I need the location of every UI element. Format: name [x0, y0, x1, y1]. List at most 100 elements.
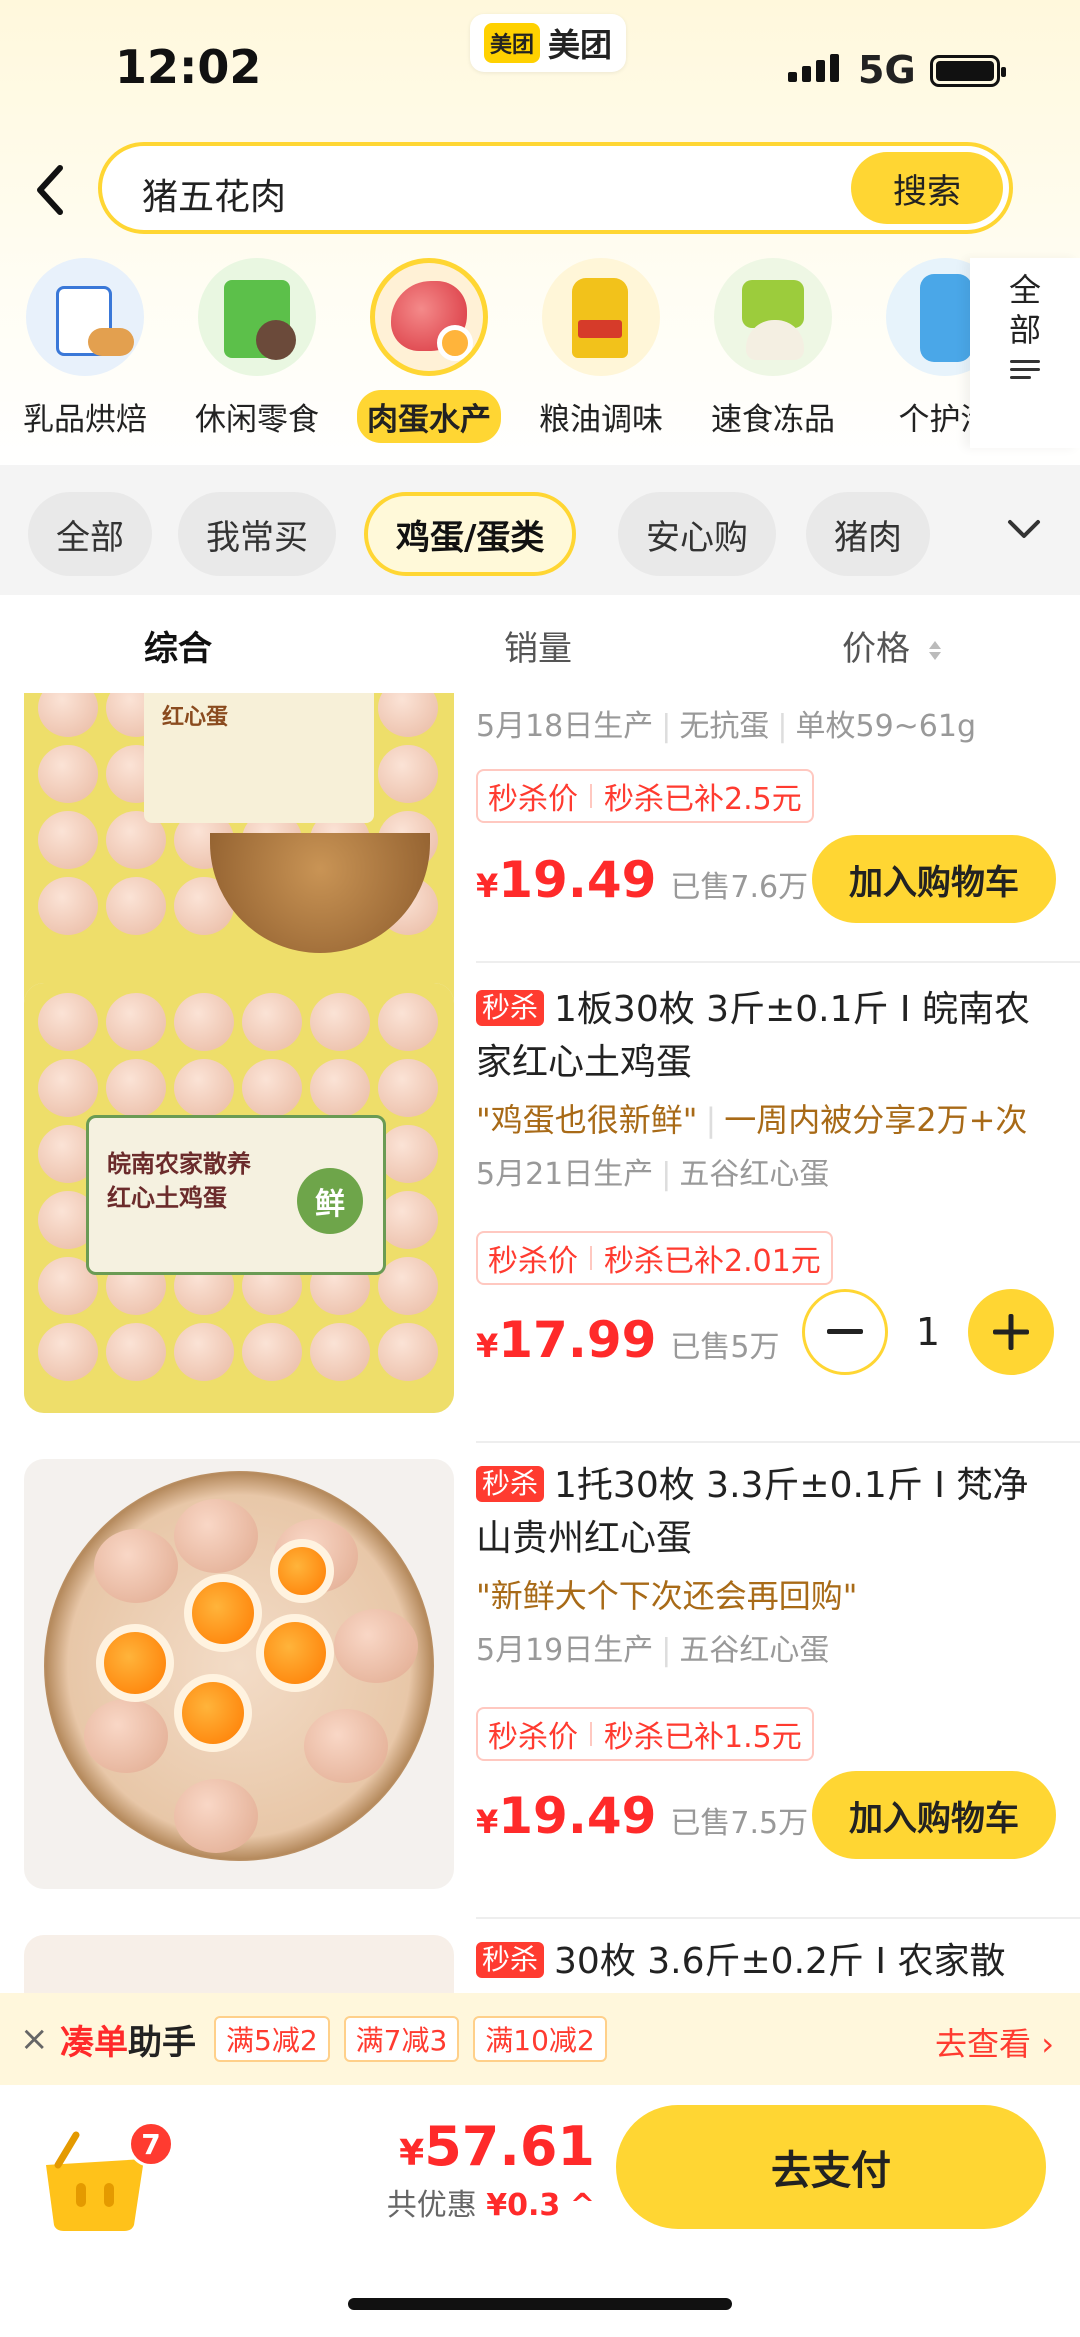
- product-image: 红心蛋: [24, 693, 454, 1033]
- all-categories-label-1: 全: [1008, 271, 1041, 309]
- category-bar: 乳品烘焙 休闲零食 肉蛋水产 粮油调味 速食冻品 个护清: [0, 258, 970, 448]
- search-input[interactable]: 猪五花肉: [142, 168, 286, 220]
- category-meat-eggs[interactable]: 肉蛋水产: [344, 258, 514, 443]
- product-price: ¥17.99 已售5万: [476, 1311, 780, 1369]
- category-label: 粮油调味: [539, 402, 663, 438]
- divider: [476, 1917, 1080, 1919]
- flash-sale-promo: 秒杀价 秒杀已补2.5元: [476, 769, 814, 823]
- chevron-right-icon: ›: [1041, 2025, 1054, 2063]
- coupon-badge: 满7减3: [343, 2016, 460, 2062]
- milk-icon: [26, 258, 144, 376]
- home-indicator: [348, 2298, 732, 2310]
- flash-sale-tag: 秒杀: [476, 990, 545, 1026]
- product-image: [24, 1459, 454, 1889]
- category-dairy[interactable]: 乳品烘焙: [0, 258, 170, 443]
- image-label: 红心土鸡蛋: [107, 1184, 227, 1212]
- category-grain-oil[interactable]: 粮油调味: [516, 258, 686, 443]
- add-to-cart-button[interactable]: 加入购物车: [812, 1771, 1056, 1859]
- sort-bar: 综合 销量 价格: [0, 595, 1080, 693]
- cart-button[interactable]: 7: [36, 2121, 174, 2239]
- flash-sale-tag: 秒杀: [476, 1466, 545, 1502]
- expand-chips-button[interactable]: [968, 465, 1080, 595]
- detergent-icon: [886, 258, 970, 376]
- product-list: 红心蛋 5月18日生产 | 无抗蛋 | 单枚59~61g 秒杀价 秒杀已补2.5元 ¥19…: [0, 693, 1080, 1993]
- order-helper-bar: × 凑单 助手 满5减2 满7减3 满10减2 去查看 ›: [0, 1993, 1080, 2085]
- category-label: 速食冻品: [711, 402, 835, 438]
- app-indicator: 美团 美团: [470, 14, 627, 72]
- image-label: 皖南农家散养: [107, 1150, 251, 1178]
- product-price: ¥19.49 已售7.6万: [476, 851, 809, 909]
- product-meta: 5月19日生产 | 五谷红心蛋: [476, 1633, 830, 1668]
- view-helper-link[interactable]: 去查看 ›: [935, 2019, 1054, 2065]
- sort-price-label: 价格: [842, 629, 910, 669]
- order-total: ¥57.61 共优惠 ¥0.3 ^: [386, 2115, 595, 2224]
- category-label: 肉蛋水产: [357, 390, 501, 443]
- quantity-stepper: 1: [802, 1289, 1054, 1375]
- meituan-logo: 美团: [484, 23, 541, 63]
- product-title: 秒杀 30枚 3.6斤±0.2斤 I 农家散: [476, 1935, 1060, 1988]
- snack-icon: [198, 258, 316, 376]
- discount-summary[interactable]: 共优惠 ¥0.3 ^: [387, 2180, 595, 2224]
- chevron-down-icon: [1008, 520, 1040, 538]
- chip-pork[interactable]: 猪肉: [806, 492, 930, 576]
- chevron-left-icon: [37, 165, 63, 215]
- instant-food-icon: [714, 258, 832, 376]
- quantity-value: 1: [915, 1310, 941, 1354]
- product-meta: 5月21日生产 | 五谷红心蛋: [476, 1157, 830, 1192]
- image-badge: 鲜: [297, 1168, 363, 1234]
- search-button[interactable]: 搜索: [851, 152, 1003, 224]
- decrease-quantity-button[interactable]: [802, 1289, 888, 1375]
- search-bar[interactable]: 猪五花肉 搜索: [98, 142, 1013, 234]
- product-review: "新鲜大个下次还会再回购": [476, 1577, 858, 1615]
- plus-icon: [993, 1314, 1029, 1350]
- chip-frequent[interactable]: 我常买: [178, 492, 336, 576]
- helper-brand-suffix: 助手: [128, 2022, 196, 2063]
- product-image: 皖南农家散养 红心土鸡蛋 鲜: [24, 983, 454, 1413]
- app-name: 美团: [548, 26, 613, 64]
- close-icon[interactable]: ×: [20, 2019, 50, 2059]
- increase-quantity-button[interactable]: [968, 1289, 1054, 1375]
- category-instant[interactable]: 速食冻品: [688, 258, 858, 443]
- category-label: 休闲零食: [195, 402, 319, 438]
- pay-button[interactable]: 去支付: [616, 2105, 1046, 2229]
- sort-sales[interactable]: 销量: [504, 621, 572, 670]
- oil-icon: [542, 258, 660, 376]
- meat-icon: [370, 258, 488, 376]
- back-button[interactable]: [20, 160, 80, 220]
- image-label: 红心蛋: [162, 705, 229, 730]
- product-meta: 5月18日生产 | 无抗蛋 | 单枚59~61g: [476, 709, 977, 744]
- flash-sale-promo: 秒杀价 秒杀已补2.01元: [476, 1231, 833, 1285]
- product-title: 秒杀 1托30枚 3.3斤±0.1斤 I 梵净山贵州红心蛋: [476, 1465, 1029, 1559]
- status-time: 12:02: [115, 40, 262, 94]
- chip-safe-buy[interactable]: 安心购: [618, 492, 776, 576]
- chip-eggs[interactable]: 鸡蛋/蛋类: [364, 492, 577, 576]
- sort-arrows-icon: [928, 641, 941, 660]
- signal-icon: [788, 54, 839, 82]
- category-personal-care[interactable]: 个护清: [860, 258, 970, 443]
- menu-icon: [1010, 360, 1040, 379]
- minus-icon: [827, 1329, 863, 1334]
- add-to-cart-button[interactable]: 加入购物车: [812, 835, 1056, 923]
- flash-sale-tag: 秒杀: [476, 1942, 545, 1978]
- product-image: [24, 1935, 454, 1993]
- sort-comprehensive[interactable]: 综合: [144, 621, 212, 670]
- all-categories-button[interactable]: 全 部: [970, 258, 1080, 448]
- helper-brand: 凑单: [60, 2022, 128, 2063]
- coupon-badge: 满10减2: [473, 2016, 607, 2062]
- product-review: "鸡蛋也很新鲜" | 一周内被分享2万+次: [476, 1101, 1028, 1139]
- category-label: 个护清: [898, 402, 971, 438]
- category-label: 乳品烘焙: [23, 402, 147, 438]
- product-price: ¥19.49 已售7.5万: [476, 1787, 809, 1845]
- chip-all[interactable]: 全部: [28, 492, 152, 576]
- cart-count-badge: 7: [128, 2121, 174, 2167]
- coupon-badge: 满5减2: [214, 2016, 330, 2062]
- status-bar: 12:02 美团 美团 5G: [0, 0, 1080, 140]
- network-type: 5G: [858, 48, 916, 92]
- category-snacks[interactable]: 休闲零食: [172, 258, 342, 443]
- sort-price[interactable]: 价格: [842, 621, 941, 670]
- battery-icon: [930, 55, 1006, 87]
- image-label-card: 皖南农家散养 红心土鸡蛋 鲜: [86, 1115, 386, 1275]
- product-title: 秒杀 1板30枚 3斤±0.1斤 I 皖南农家红心土鸡蛋: [476, 989, 1030, 1083]
- chevron-up-icon: ^: [569, 2188, 595, 2223]
- divider: [476, 1441, 1080, 1443]
